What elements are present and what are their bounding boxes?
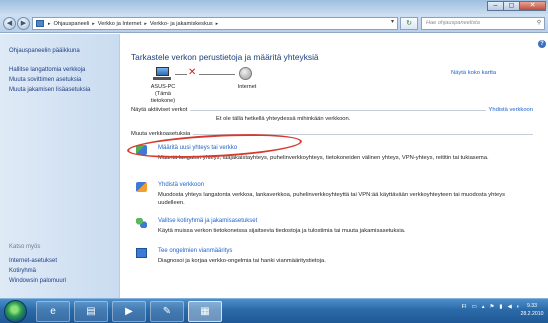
internet-label: Internet — [237, 84, 257, 90]
paint-icon[interactable]: ✎ — [150, 301, 184, 322]
refresh-button[interactable]: ↻ — [400, 17, 418, 30]
task-troubleshoot: Tee ongelmien vianmääritys Diagnosoi ja … — [136, 248, 531, 270]
system-tray: FI ▭ ▴ ⚑ ▮ ◀ ◐ — [457, 304, 520, 310]
connect-to-network-link[interactable]: Yhdistä verkkoon — [489, 107, 533, 113]
computer-name: ASUS-PC — [150, 84, 176, 90]
task-homegroup: Valitse kotiryhmä ja jakamisasetukset Kä… — [136, 218, 531, 240]
see-also-internet-options[interactable]: Internet-asetukset — [9, 256, 66, 266]
clock-time: 9.33 — [526, 303, 538, 309]
see-also-list: Internet-asetukset Kotiryhmä Windowsin p… — [9, 256, 66, 286]
forward-button[interactable]: ▶ — [17, 17, 30, 30]
sidebar: Ohjauspaneelin pääikkuna Hallitse langat… — [0, 34, 120, 298]
window-controls: – ◻ ✕ — [487, 1, 546, 11]
sidebar-home-link[interactable]: Ohjauspaneelin pääikkuna — [9, 46, 80, 56]
see-also-homegroup[interactable]: Kotiryhmä — [9, 266, 66, 276]
start-button[interactable] — [4, 300, 27, 323]
breadcrumb-control-panel[interactable]: Ohjauspaneeli — [54, 21, 90, 27]
address-toolbar: ◀ ▶ ▸ Ohjauspaneeli ▸ Verkko ja Internet… — [0, 14, 548, 33]
computer-label: ASUS-PC (Tämä tietokone) — [145, 84, 181, 105]
task-title-homegroup[interactable]: Valitse kotiryhmä ja jakamisasetukset — [158, 218, 257, 224]
window-titlebar[interactable]: – ◻ ✕ — [0, 0, 548, 14]
back-button[interactable]: ◀ — [3, 17, 16, 30]
computer-sub: (Tämä tietokone) — [150, 91, 176, 104]
internet-globe-icon[interactable] — [239, 67, 252, 80]
breadcrumb-network-sharing-center[interactable]: Verkko- ja jakamiskeskus — [150, 21, 213, 27]
media-player-icon[interactable]: ▶ — [112, 301, 146, 322]
page-title: Tarkastele verkon perustietoja ja määrit… — [131, 52, 319, 62]
sidebar-link-advanced-sharing[interactable]: Muuta jakamisen lisäasetuksia — [9, 85, 90, 95]
breadcrumb-network-internet[interactable]: Verkko ja Internet — [98, 21, 142, 27]
chevron-down-icon[interactable]: ▾ — [391, 18, 394, 25]
see-also-firewall[interactable]: Windowsin palomuuri — [9, 276, 66, 286]
volume-icon[interactable]: ◀ — [507, 304, 511, 310]
taskbar: e ▤ ▶ ✎ ▦ FI ▭ ▴ ⚑ ▮ ◀ ◐ 9.33 28.2.2010 — [0, 298, 548, 323]
not-connected-message: Et ole tällä hetkellä yhteydessä mihinkä… — [216, 116, 351, 122]
folder-icon[interactable]: ▤ — [74, 301, 108, 322]
task-title-troubleshoot[interactable]: Tee ongelmien vianmääritys — [158, 248, 232, 254]
disconnected-x-icon: ✕ — [188, 67, 197, 78]
close-button[interactable]: ✕ — [519, 1, 546, 11]
network-tray-icon[interactable]: ▮ — [499, 304, 502, 310]
search-icon[interactable]: ⚲ — [537, 18, 541, 29]
control-panel-icon — [36, 20, 44, 27]
main-content: ? Tarkastele verkon perustietoja ja määr… — [121, 34, 548, 298]
task-connect-network: Yhdistä verkkoon Muodosta yhteys langato… — [136, 182, 531, 210]
internet-explorer-icon[interactable]: e — [36, 301, 70, 322]
change-settings-label: Muuta verkkoasetuksia — [131, 131, 191, 137]
active-networks-section: Näytä aktiiviset verkot Yhdistä verkkoon — [131, 106, 533, 114]
search-placeholder: Hae ohjauspaneelista — [426, 20, 480, 26]
task-title-connect-network[interactable]: Yhdistä verkkoon — [158, 182, 204, 188]
maximize-button[interactable]: ◻ — [503, 1, 520, 11]
flag-icon[interactable]: ⚑ — [489, 304, 494, 310]
tray-expand-icon[interactable]: ▴ — [482, 304, 485, 310]
clock-date: 28.2.2010 — [520, 311, 544, 317]
network-map: ✕ ASUS-PC (Tämä tietokone) Internet — [131, 67, 301, 105]
connect-network-icon — [136, 182, 147, 192]
search-input[interactable]: Hae ohjauspaneelista ⚲ — [421, 17, 545, 30]
see-also-heading: Katso myös — [9, 244, 41, 250]
clock[interactable]: 9.33 28.2.2010 — [520, 302, 544, 318]
sidebar-link-adapter-settings[interactable]: Muuta sovittimen asetuksia — [9, 75, 90, 85]
computer-icon[interactable] — [153, 67, 171, 81]
address-bar[interactable]: ▸ Ohjauspaneeli ▸ Verkko ja Internet ▸ V… — [32, 17, 398, 30]
homegroup-icon — [136, 218, 147, 228]
minimize-button[interactable]: – — [487, 1, 504, 11]
help-icon[interactable]: ? — [538, 40, 546, 48]
keyboard-icon[interactable]: ▭ — [472, 304, 477, 310]
sidebar-link-manage-wireless[interactable]: Hallitse langattomia verkkoja — [9, 65, 90, 75]
task-desc-homegroup: Käytä muissa verkon tietokoneissa sijait… — [158, 228, 406, 234]
sidebar-tasks: Hallitse langattomia verkkoja Muuta sovi… — [9, 65, 90, 95]
active-networks-label: Näytä aktiiviset verkot — [131, 107, 188, 113]
control-panel-taskbar-icon[interactable]: ▦ — [188, 301, 222, 322]
full-map-link[interactable]: Näytä koko kartta — [451, 70, 496, 76]
task-desc-troubleshoot: Diagnosoi ja korjaa verkko-ongelmia tai … — [158, 258, 326, 264]
troubleshoot-icon — [136, 248, 147, 258]
task-desc-connect-network: Muodosta yhteys langatonta verkkoa, lank… — [158, 192, 506, 206]
language-indicator[interactable]: FI — [462, 304, 467, 310]
